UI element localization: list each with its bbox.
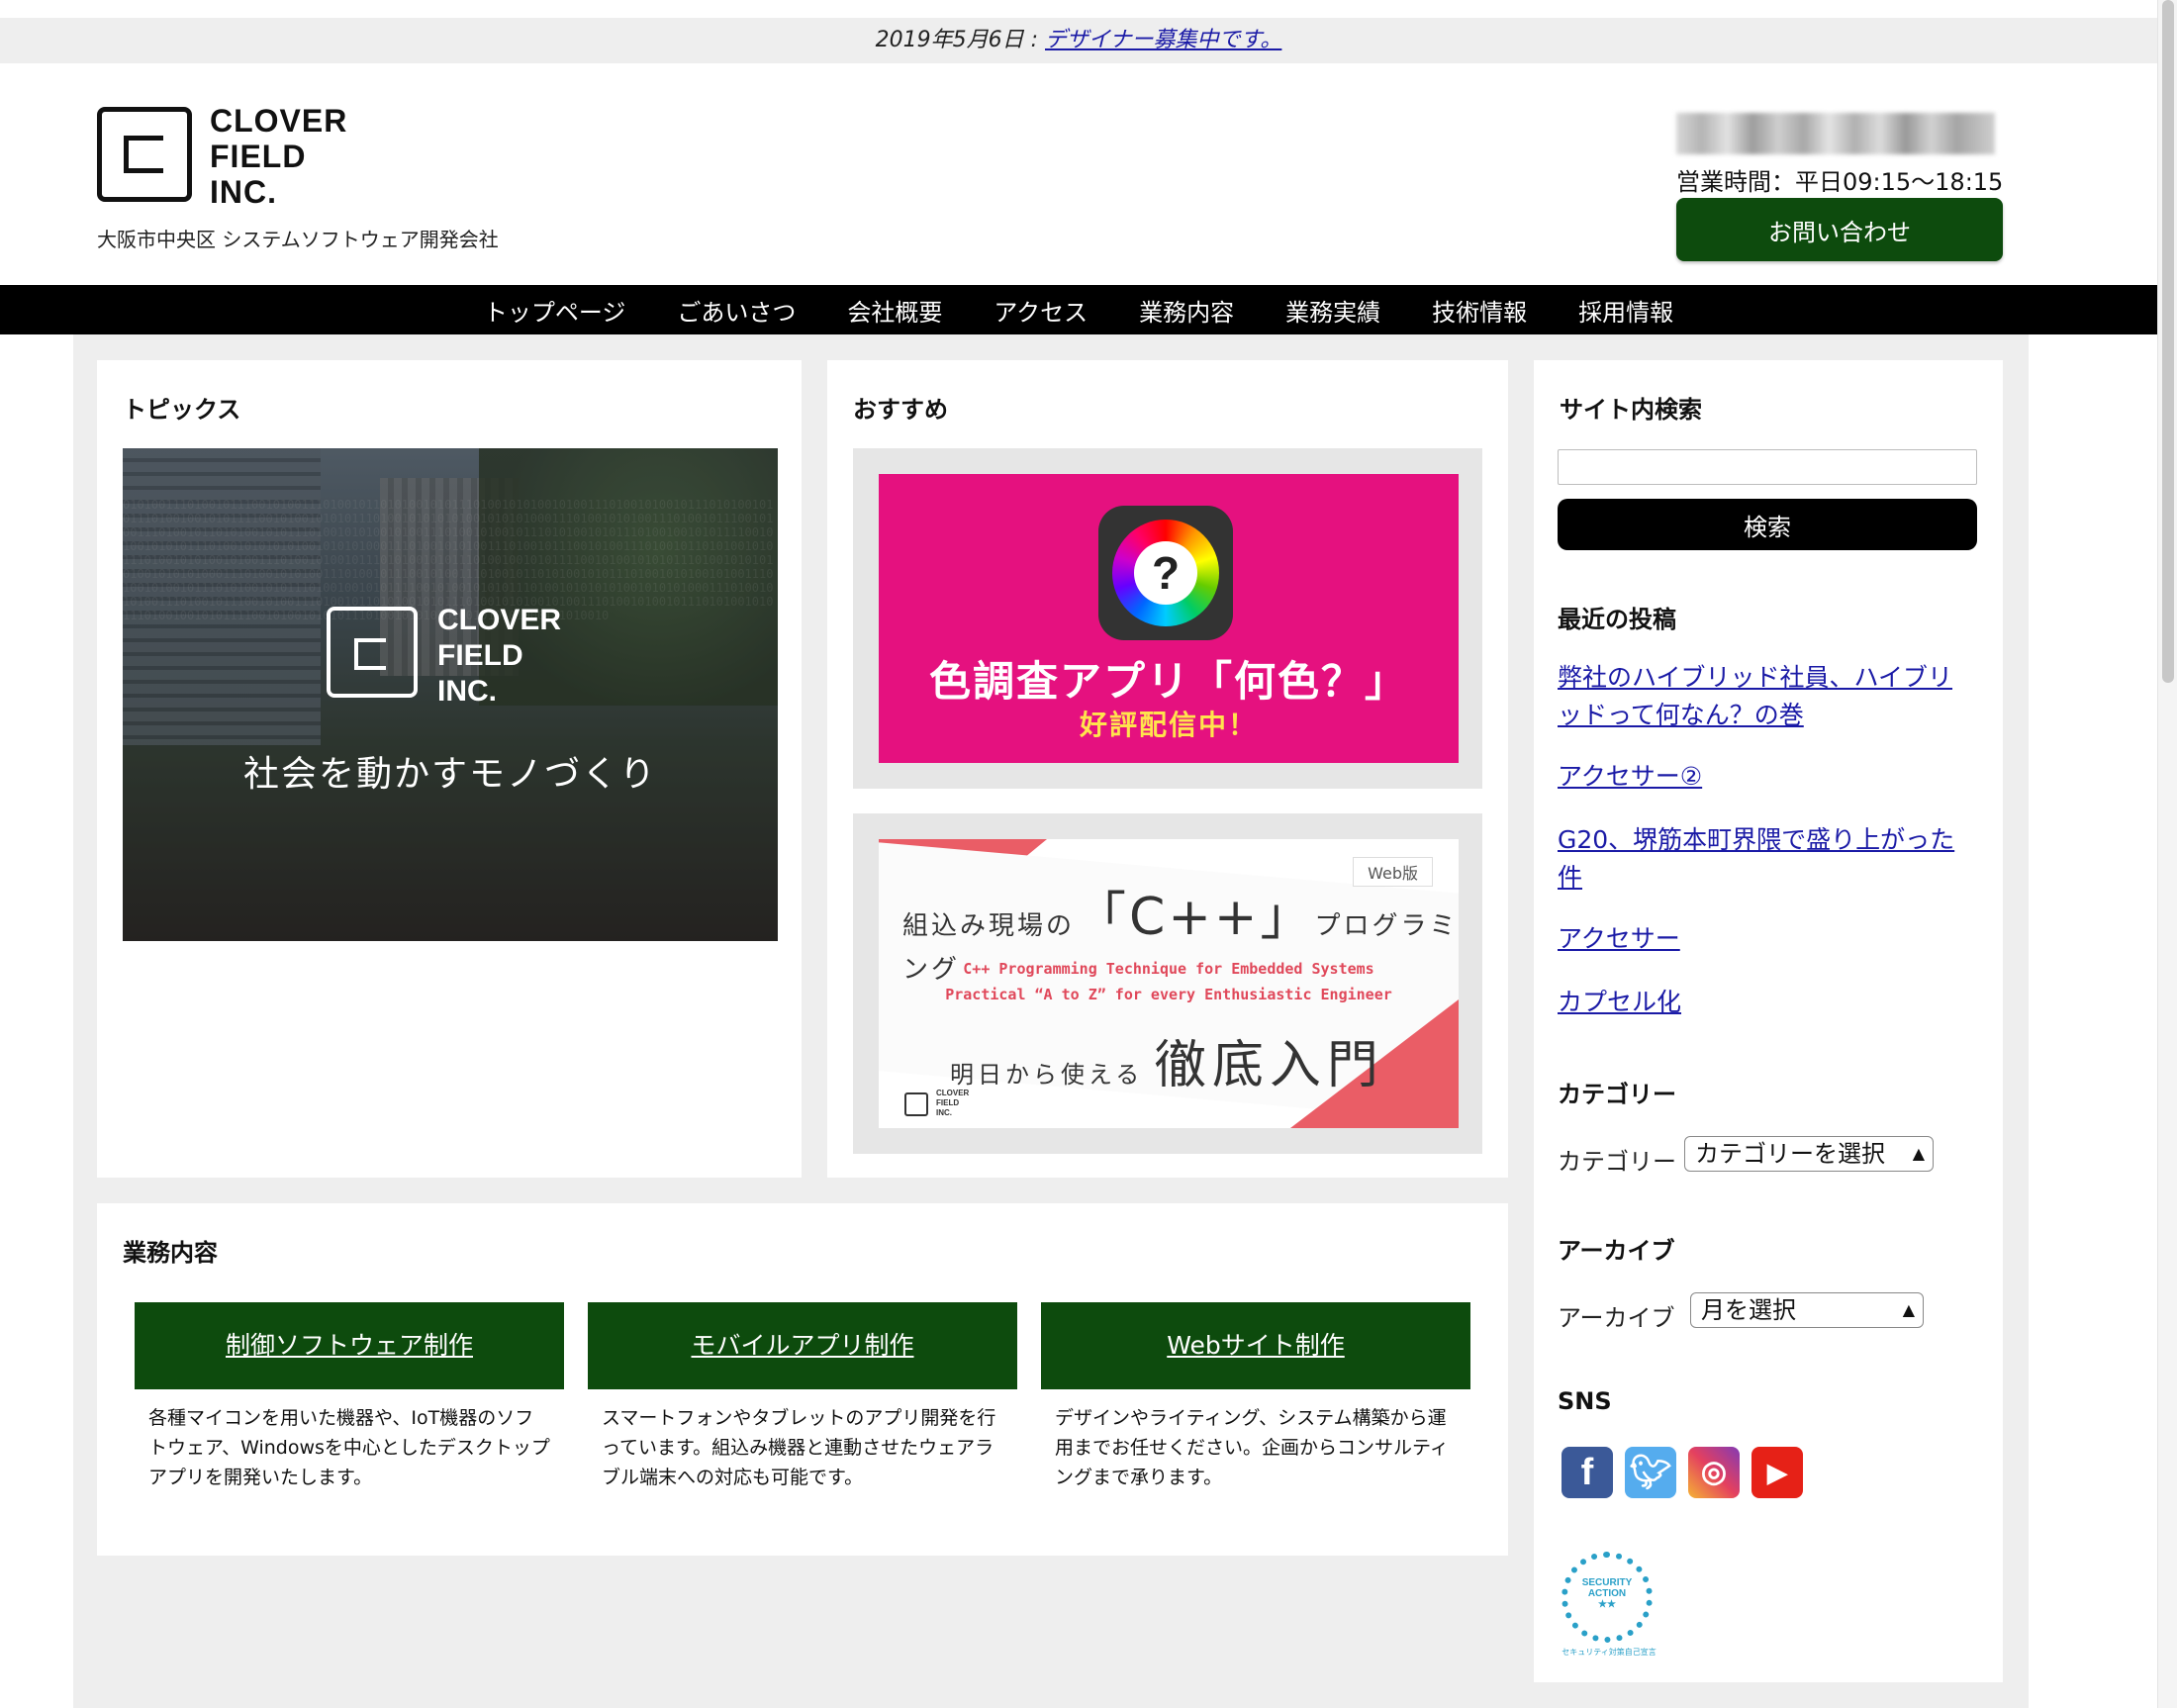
recommend-item-color-app[interactable]: ? 色調査アプリ「何色？」 好評配信中！ — [853, 448, 1482, 789]
nav-item-company[interactable]: 会社概要 — [821, 293, 968, 328]
search-button[interactable]: 検索 — [1558, 499, 1977, 550]
business-item: Webサイト制作 デザインやライティング、システム構築から運用までお任せください… — [1041, 1302, 1470, 1506]
announcement-link[interactable]: デザイナー募集中です。 — [1045, 28, 1281, 52]
site-header: CLOVER FIELD INC. 大阪市中央区 システムソフトウェア開発会社 … — [0, 63, 2157, 285]
nav-item-top[interactable]: トップページ — [458, 293, 652, 328]
color-app-title: 色調査アプリ「何色？」 — [928, 657, 1408, 706]
recommend-item-cpp[interactable]: Web版 組込み現場の「C++」プログラミング C++ Programming … — [853, 813, 1482, 1154]
business-item-desc: デザインやライティング、システム構築から運用までお任せください。企画からコンサル… — [1055, 1407, 1449, 1488]
announcement-date: 2019年5月6日 : — [875, 28, 1045, 52]
recommend-card: おすすめ ? 色調査アプリ「何色？」 好評配信中！ Web版 組込み現場の「C+… — [827, 360, 1508, 1178]
page-scrollbar[interactable] — [2157, 0, 2177, 1708]
logo-text[interactable]: CLOVER FIELD INC. — [210, 103, 347, 210]
recent-post-link[interactable]: アクセサー② — [1558, 758, 1973, 796]
topics-logo-mark — [327, 607, 418, 698]
color-app-icon: ? — [1098, 506, 1233, 640]
category-select[interactable]: カテゴリーを選択 ▲ — [1684, 1136, 1934, 1172]
search-input[interactable] — [1558, 449, 1977, 485]
recent-post-link[interactable]: アクセサー — [1558, 920, 1973, 958]
cpp-banner[interactable]: Web版 組込み現場の「C++」プログラミング C++ Programming … — [879, 839, 1459, 1128]
security-action-badge[interactable]: SECURITY ACTION ★★ — [1562, 1552, 1653, 1643]
main-nav: トップページ ごあいさつ 会社概要 アクセス 業務内容 業務実績 技術情報 採用… — [0, 285, 2157, 334]
logo-line-1: CLOVER — [210, 103, 348, 139]
business-item-link[interactable]: Webサイト制作 — [1041, 1302, 1470, 1389]
nav-item-services[interactable]: 業務内容 — [1113, 293, 1260, 328]
security-action-caption: セキュリティ対策自己宣言 — [1562, 1648, 1656, 1657]
nav-item-greeting[interactable]: ごあいさつ — [651, 293, 821, 328]
cpp-mini-logo-mark — [904, 1092, 928, 1116]
contact-button[interactable]: お問い合わせ — [1676, 198, 2003, 261]
color-app-subtitle: 好評配信中！ — [1079, 709, 1258, 741]
recent-post-link[interactable]: 弊社のハイブリッド社員、ハイブリッドって何なん？の巻 — [1558, 659, 1973, 734]
recent-posts-title: 最近の投稿 — [1558, 606, 1676, 633]
topics-logo-text: CLOVER FIELD INC. — [437, 604, 562, 708]
select-arrows-icon: ▲ — [1912, 1144, 1925, 1163]
business-item-link[interactable]: モバイルアプリ制作 — [588, 1302, 1017, 1389]
nav-item-access[interactable]: アクセス — [968, 293, 1113, 328]
business-item-desc: 各種マイコンを用いた機器や、IoT機器のソフトウェア、Windowsを中心とした… — [148, 1407, 550, 1488]
business-item: モバイルアプリ制作 スマートフォンやタブレットのアプリ開発を行っています。組込み… — [588, 1302, 1017, 1506]
scrollbar-thumb[interactable] — [2162, 0, 2174, 683]
instagram-icon[interactable]: ◎ — [1688, 1447, 1740, 1498]
logo-mark[interactable] — [97, 107, 192, 202]
search-title: サイト内検索 — [1560, 396, 1702, 424]
topics-title: トピックス — [123, 396, 241, 424]
select-arrows-icon: ▲ — [1902, 1300, 1915, 1319]
category-title: カテゴリー — [1558, 1081, 1676, 1108]
twitter-icon[interactable]: 🐦︎ — [1625, 1447, 1676, 1498]
sidebar: サイト内検索 検索 最近の投稿 弊社のハイブリッド社員、ハイブリッドって何なん？… — [1534, 360, 2003, 1682]
color-app-banner[interactable]: ? 色調査アプリ「何色？」 好評配信中！ — [879, 474, 1459, 763]
nav-item-tech[interactable]: 技術情報 — [1406, 293, 1553, 328]
cpp-subtitle-line: 明日から使える 徹底入門 — [950, 1036, 1384, 1095]
topics-card: トピックス 0101001110100101110010100111010010… — [97, 360, 802, 1178]
youtube-icon[interactable]: ▶ — [1751, 1447, 1803, 1498]
cpp-english-line-1: C++ Programming Technique for Embedded S… — [963, 960, 1374, 978]
blurred-phone-number — [1676, 113, 1995, 154]
cpp-english-line-2: Practical “A to Z” for every Enthusiasti… — [945, 986, 1392, 1003]
business-item-desc: スマートフォンやタブレットのアプリ開発を行っています。組込み機器と連動させたウェ… — [602, 1407, 996, 1488]
recommend-title: おすすめ — [853, 396, 948, 424]
logo-line-3: INC. — [210, 174, 277, 210]
business-title: 業務内容 — [123, 1239, 218, 1267]
archive-title: アーカイブ — [1558, 1237, 1675, 1265]
business-hours: 営業時間：平日09:15〜18:15 — [1676, 168, 2004, 196]
nav-item-recruit[interactable]: 採用情報 — [1553, 293, 1699, 328]
business-card: 業務内容 制御ソフトウェア制作 各種マイコンを用いた機器や、IoT機器のソフトウ… — [97, 1203, 1508, 1556]
cpp-mini-logo-text: CLOVER FIELD INC. — [936, 1089, 970, 1117]
archive-select[interactable]: 月を選択 ▲ — [1690, 1292, 1924, 1328]
facebook-icon[interactable]: f — [1562, 1447, 1613, 1498]
announcement-bar: 2019年5月6日 : デザイナー募集中です。 — [0, 18, 2157, 63]
business-item-link[interactable]: 制御ソフトウェア制作 — [135, 1302, 564, 1389]
topics-image[interactable]: 0101001110100101110010100111010010110101… — [123, 448, 778, 941]
recent-post-link[interactable]: カプセル化 — [1558, 984, 1973, 1021]
recent-post-link[interactable]: G20、堺筋本町界隈で盛り上がった件 — [1558, 821, 1973, 897]
nav-item-works[interactable]: 業務実績 — [1260, 293, 1406, 328]
topics-slogan: 社会を動かすモノづくり — [242, 754, 657, 795]
category-label: カテゴリー — [1558, 1148, 1676, 1176]
business-item: 制御ソフトウェア制作 各種マイコンを用いた機器や、IoT機器のソフトウェア、Wi… — [135, 1302, 564, 1506]
archive-label: アーカイブ — [1558, 1304, 1675, 1332]
sns-title: SNS — [1558, 1387, 1612, 1415]
logo-line-2: FIELD — [210, 139, 307, 174]
site-tagline: 大阪市中央区 システムソフトウェア開発会社 — [97, 228, 499, 251]
